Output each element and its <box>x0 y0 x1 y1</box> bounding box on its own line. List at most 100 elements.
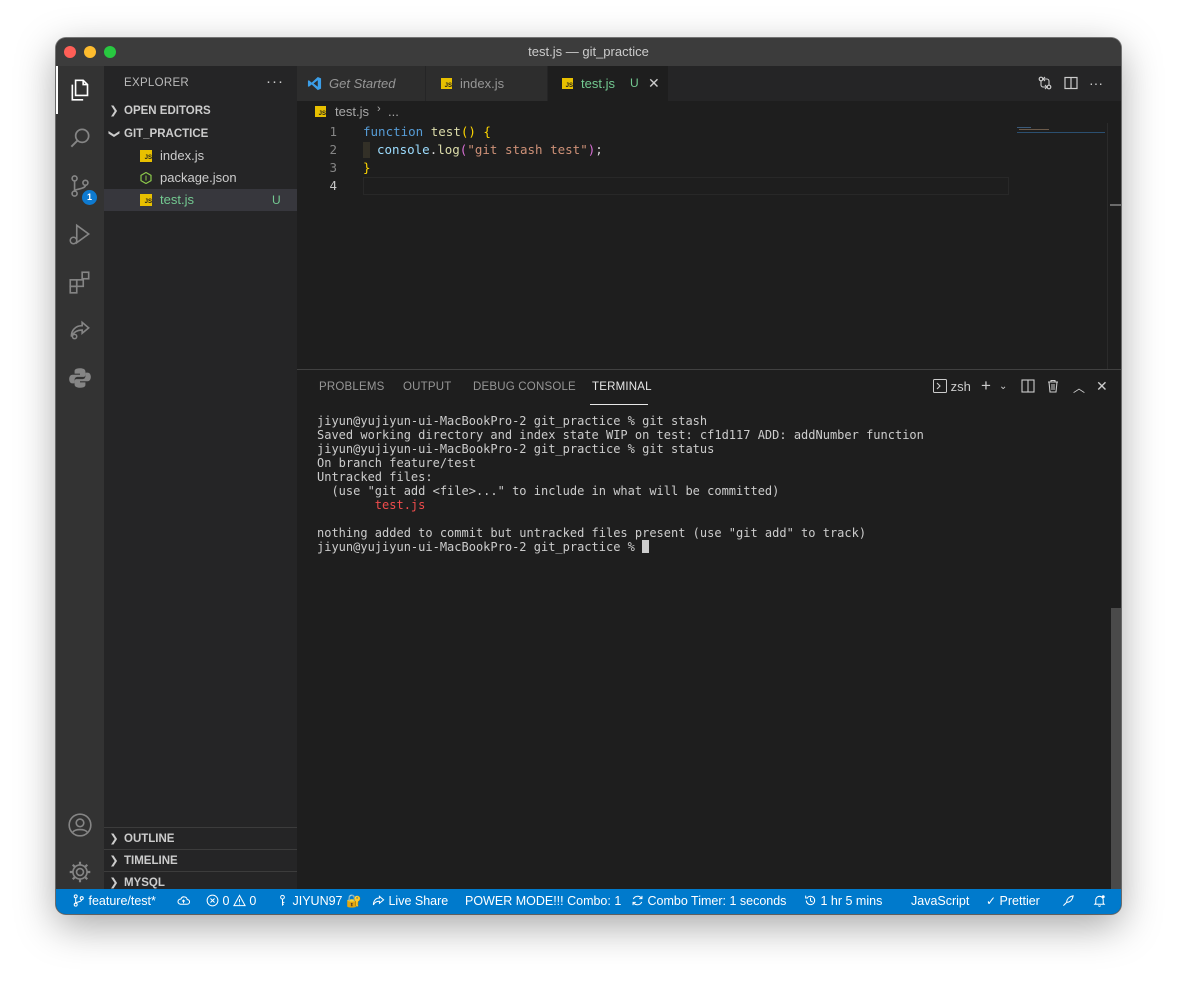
folder-section[interactable]: ❯ GIT_PRACTICE <box>104 123 297 145</box>
javascript-file-icon: JS <box>441 78 452 89</box>
code-line: 4 <box>297 177 1007 195</box>
semicolon: ; <box>595 142 603 157</box>
branch-status[interactable]: feature/test* <box>72 889 156 914</box>
file-item-test-js[interactable]: JS test.js U <box>104 189 297 211</box>
chevron-right-icon: ❯ <box>109 105 119 117</box>
sidebar-title: EXPLORER <box>124 77 190 89</box>
open-editors-section[interactable]: ❯ OPEN EDITORS <box>104 100 297 122</box>
terminal-icon <box>933 379 947 393</box>
editor-tabs: Get Started JS index.js JS test.js U ✕ ·… <box>297 66 1121 101</box>
outline-section[interactable]: ❯ OUTLINE <box>104 827 297 850</box>
compare-changes-button[interactable] <box>1037 75 1053 91</box>
chevron-right-icon: ❯ <box>109 833 119 845</box>
extensions-icon <box>69 271 90 294</box>
nodejs-file-icon <box>140 172 152 184</box>
string-literal: "git stash test" <box>467 142 588 157</box>
git-compare-icon <box>1038 76 1052 90</box>
search-button[interactable] <box>56 114 104 162</box>
git-branch-icon <box>73 894 84 907</box>
terminal-line: nothing added to commit but untracked fi… <box>317 526 867 540</box>
live-share-status[interactable]: Live Share <box>372 889 448 914</box>
terminal-line-untracked: test.js <box>317 498 426 512</box>
chevron-down-icon[interactable]: ⌄ <box>999 381 1007 392</box>
terminal-line: Saved working directory and index state … <box>317 428 924 442</box>
javascript-file-icon: JS <box>140 194 152 206</box>
accounts-button[interactable] <box>56 801 104 849</box>
run-debug-button[interactable] <box>56 210 104 258</box>
tab-terminal[interactable]: TERMINAL <box>592 381 652 393</box>
line-number: 4 <box>329 178 337 193</box>
scm-badge: 1 <box>82 190 97 205</box>
sync-icon <box>632 895 643 906</box>
combo-timer-label: Combo Timer: 1 seconds <box>647 894 787 908</box>
language-mode[interactable]: JavaScript <box>911 889 969 914</box>
minimap[interactable] <box>1015 123 1107 369</box>
terminal-line: Untracked files: <box>317 470 433 484</box>
scroll-indicator <box>1110 204 1121 206</box>
new-terminal-icon[interactable]: + <box>981 376 991 396</box>
account-status[interactable]: JIYUN97 🔐 <box>276 889 362 914</box>
more-actions-icon[interactable]: ··· <box>1089 75 1105 91</box>
timeline-section[interactable]: ❯ TIMELINE <box>104 849 297 872</box>
line-number: 2 <box>329 142 337 157</box>
close-tab-icon[interactable]: ✕ <box>648 66 660 101</box>
terminal-shell-selector[interactable]: zsh <box>933 379 971 394</box>
live-share-label: Live Share <box>388 894 449 908</box>
code-editor[interactable]: 1 function test() { 2 console.log("git s… <box>297 123 1121 369</box>
code-line: 2 console.log("git stash test"); <box>297 141 1007 159</box>
kill-terminal-button[interactable] <box>1046 379 1060 396</box>
terminal-output[interactable]: jiyun@yujiyun-ui-MacBookPro-2 git_practi… <box>317 414 924 554</box>
source-control-button[interactable]: 1 <box>56 162 104 210</box>
warning-icon <box>232 894 246 907</box>
tab-output[interactable]: OUTPUT <box>403 381 451 393</box>
bracket: () { <box>460 124 491 139</box>
python-button[interactable] <box>56 354 104 402</box>
mysql-label: MYSQL <box>124 877 165 889</box>
power-mode-status[interactable]: POWER MODE!!! Combo: 1 <box>465 889 621 914</box>
history-icon <box>805 895 816 906</box>
wakatime-status[interactable]: 1 hr 5 mins <box>804 889 882 914</box>
trash-icon <box>1048 379 1058 393</box>
split-editor-button[interactable] <box>1063 75 1079 91</box>
live-share-icon <box>70 320 90 340</box>
search-icon <box>70 128 90 148</box>
activity-bar: 1 <box>56 66 104 889</box>
code-line: 3 } <box>297 159 1007 177</box>
explorer-button[interactable] <box>56 66 104 114</box>
active-tab-indicator <box>590 404 648 405</box>
sync-button[interactable] <box>177 889 191 914</box>
prettier-status[interactable]: ✓ Prettier <box>986 889 1040 914</box>
split-terminal-button[interactable] <box>1021 379 1035 396</box>
editor-scrollbar[interactable] <box>1107 123 1121 369</box>
combo-timer-status[interactable]: Combo Timer: 1 seconds <box>631 889 786 914</box>
line-number: 3 <box>329 160 337 175</box>
explorer-sidebar: EXPLORER ··· ❯ OPEN EDITORS ❯ GIT_PRACTICE… <box>104 66 297 889</box>
file-item-index-js[interactable]: JS index.js <box>104 145 297 167</box>
file-item-package-json[interactable]: package.json <box>104 167 297 189</box>
branch-name: feature/test* <box>88 894 156 908</box>
close-panel-icon[interactable]: ✕ <box>1096 378 1108 395</box>
breadcrumb-file[interactable]: test.js <box>335 104 369 119</box>
notifications-button[interactable] <box>1093 889 1106 914</box>
tab-test-js[interactable]: JS test.js U ✕ <box>548 66 669 101</box>
method-name: log <box>437 142 460 157</box>
gear-icon <box>69 861 91 883</box>
account-icon <box>68 813 92 837</box>
chevron-down-icon: ❯ <box>108 129 120 139</box>
tab-index-js[interactable]: JS index.js <box>426 66 548 101</box>
extensions-button[interactable] <box>56 258 104 306</box>
tab-problems[interactable]: PROBLEMS <box>319 381 385 393</box>
feedback-button[interactable] <box>1062 889 1075 914</box>
live-share-button[interactable] <box>56 306 104 354</box>
problems-status[interactable]: 0 0 <box>206 889 256 914</box>
split-terminal-icon <box>1021 379 1035 393</box>
tab-get-started[interactable]: Get Started <box>297 66 426 101</box>
tab-debug-console[interactable]: DEBUG CONSOLE <box>473 381 576 393</box>
keyword: function <box>363 124 424 139</box>
terminal-scrollbar[interactable] <box>1111 608 1121 890</box>
file-name: package.json <box>160 170 237 185</box>
breadcrumb-symbols[interactable]: ... <box>388 104 399 119</box>
maximize-panel-icon[interactable]: ︿ <box>1073 379 1085 396</box>
sidebar-more-actions[interactable]: ··· <box>266 73 284 90</box>
